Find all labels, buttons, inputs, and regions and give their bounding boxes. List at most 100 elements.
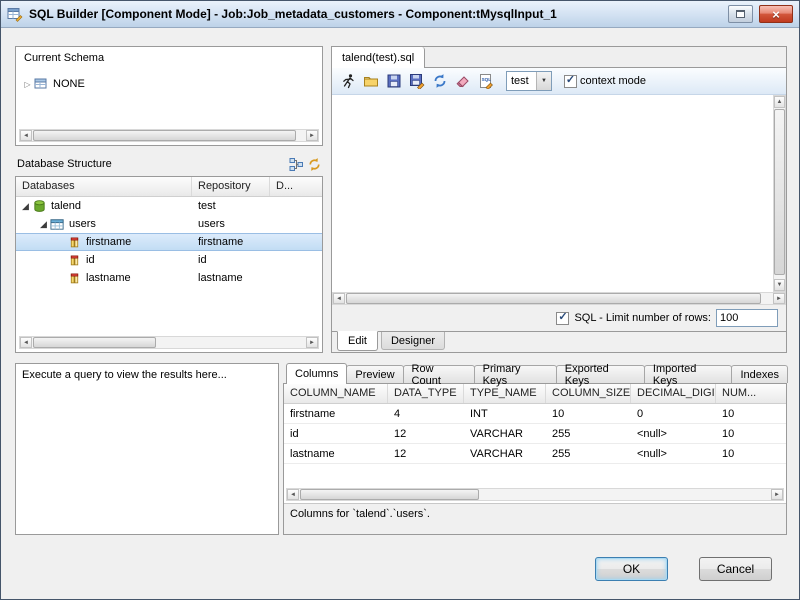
table-row[interactable]: lastname 12 VARCHAR 255 <null> 10 [284, 444, 786, 464]
header-column-name[interactable]: COLUMN_NAME [284, 384, 388, 403]
context-mode-checkbox[interactable]: ✓ [564, 75, 577, 88]
current-schema-title: Current Schema [24, 52, 104, 64]
current-schema-hscrollbar[interactable]: ◄ ► [19, 129, 319, 142]
titlebar[interactable]: SQL Builder [Component Mode] - Job:Job_m… [1, 1, 799, 28]
repo-value: id [198, 254, 207, 266]
row-limit-input[interactable] [716, 309, 778, 327]
editor-hscrollbar[interactable]: ◄ ► [332, 292, 786, 305]
details-status-text: Columns for `talend`.`users`. [290, 508, 430, 520]
tab-exported-keys[interactable]: Exported Keys [556, 365, 645, 383]
close-button[interactable]: × [759, 5, 793, 23]
combo-dropdown-button[interactable]: ▼ [536, 72, 551, 90]
column-icon [66, 234, 82, 250]
scroll-right-button[interactable]: ► [306, 130, 318, 141]
chevron-down-icon: ▼ [541, 78, 547, 84]
cell: INT [464, 408, 546, 420]
tab-label: Primary Keys [483, 363, 548, 387]
scroll-left-button[interactable]: ◄ [20, 130, 32, 141]
cell: VARCHAR [464, 448, 546, 460]
header-column-size[interactable]: COLUMN_SIZE [546, 384, 631, 403]
editor-vscrollbar[interactable]: ▲ ▼ [773, 95, 786, 292]
header-data-type[interactable]: DATA_TYPE [388, 384, 464, 403]
scrollbar-track [345, 293, 773, 304]
save-as-button[interactable] [407, 71, 427, 91]
repo-value: lastname [198, 272, 243, 284]
editor-toolbar: SQL test ▼ ✓ context mode [332, 68, 786, 95]
tab-designer[interactable]: Designer [381, 332, 445, 350]
maximize-button[interactable] [728, 5, 753, 23]
refresh-editor-button[interactable] [430, 71, 450, 91]
save-button[interactable] [384, 71, 404, 91]
expand-expanded-icon[interactable]: ◢ [20, 201, 31, 212]
tab-columns[interactable]: Columns [286, 363, 347, 384]
header-type-name[interactable]: TYPE_NAME [464, 384, 546, 403]
tab-indexes[interactable]: Indexes [731, 365, 788, 383]
header-db[interactable]: D... [270, 177, 322, 196]
scrollbar-thumb[interactable] [346, 293, 761, 304]
execute-icon [340, 73, 356, 89]
scroll-left-button[interactable]: ◄ [287, 489, 299, 500]
tree-row-lastname[interactable]: lastname lastname [16, 269, 322, 287]
tree-row-firstname[interactable]: firstname firstname [16, 233, 322, 251]
database-structure-hscrollbar[interactable]: ◄ ► [19, 336, 319, 349]
cell: 12 [388, 448, 464, 460]
details-tab-folder: Columns Preview Row Count Primary Keys E… [283, 363, 787, 535]
scroll-right-button[interactable]: ► [306, 337, 318, 348]
execute-sql-button[interactable] [338, 71, 358, 91]
scroll-up-button[interactable]: ▲ [774, 96, 785, 108]
clear-editor-button[interactable] [453, 71, 473, 91]
header-decimal-digits[interactable]: DECIMAL_DIGITS [631, 384, 716, 403]
ok-button-label: OK [623, 562, 640, 576]
cell: <null> [631, 428, 716, 440]
scroll-right-button[interactable]: ► [771, 489, 783, 500]
expand-collapsed-icon[interactable]: ▷ [22, 80, 33, 89]
open-file-button[interactable] [361, 71, 381, 91]
cell: <null> [631, 448, 716, 460]
header-repository[interactable]: Repository [192, 177, 270, 196]
sync-icon [432, 73, 448, 89]
scroll-down-button[interactable]: ▼ [774, 279, 785, 291]
collapse-all-icon [289, 157, 304, 172]
scrollbar-thumb[interactable] [300, 489, 479, 500]
refresh-structure-button[interactable] [305, 155, 323, 173]
tab-edit-label: Edit [348, 335, 367, 347]
tree-row-talend[interactable]: ◢ talend test [16, 197, 322, 215]
collapse-all-button[interactable] [287, 155, 305, 173]
expand-expanded-icon[interactable]: ◢ [38, 219, 49, 230]
sql-file-tab-label: talend(test).sql [342, 52, 414, 64]
cell: id [284, 428, 388, 440]
repo-value: firstname [198, 236, 243, 248]
repo-value: test [198, 200, 216, 212]
tree-row-id[interactable]: id id [16, 251, 322, 269]
tab-sql-file[interactable]: talend(test).sql [332, 47, 425, 68]
table-row[interactable]: firstname 4 INT 10 0 10 [284, 404, 786, 424]
scrollbar-thumb[interactable] [33, 337, 156, 348]
cancel-button[interactable]: Cancel [699, 557, 772, 581]
scroll-right-button[interactable]: ► [773, 293, 785, 304]
tree-row-users[interactable]: ◢ users users [16, 215, 322, 233]
tab-preview[interactable]: Preview [346, 365, 403, 383]
tab-primary-keys[interactable]: Primary Keys [474, 365, 557, 383]
generate-sql-button[interactable]: SQL [476, 71, 496, 91]
current-schema-root-row[interactable]: ▷ NONE [22, 75, 316, 93]
tab-imported-keys[interactable]: Imported Keys [644, 365, 733, 383]
header-databases[interactable]: Databases [16, 177, 192, 196]
table-row[interactable]: id 12 VARCHAR 255 <null> 10 [284, 424, 786, 444]
scroll-right-icon: ► [774, 492, 780, 498]
context-combo-value: test [507, 75, 536, 87]
tab-edit[interactable]: Edit [337, 331, 378, 351]
columns-table-hscrollbar[interactable]: ◄ ► [286, 488, 784, 501]
repo-value: users [198, 218, 225, 230]
scrollbar-thumb[interactable] [774, 109, 785, 275]
ok-button[interactable]: OK [595, 557, 668, 581]
tab-row-count[interactable]: Row Count [403, 365, 475, 383]
sql-limit-checkbox[interactable]: ✓ [556, 312, 569, 325]
context-combo[interactable]: test ▼ [506, 71, 552, 91]
check-icon: ✓ [558, 312, 567, 323]
header-num[interactable]: NUM... [716, 384, 786, 403]
scroll-right-icon: ► [309, 133, 315, 139]
sql-editor-area[interactable] [332, 95, 773, 292]
scroll-left-button[interactable]: ◄ [20, 337, 32, 348]
scrollbar-thumb[interactable] [33, 130, 296, 141]
scroll-left-button[interactable]: ◄ [333, 293, 345, 304]
